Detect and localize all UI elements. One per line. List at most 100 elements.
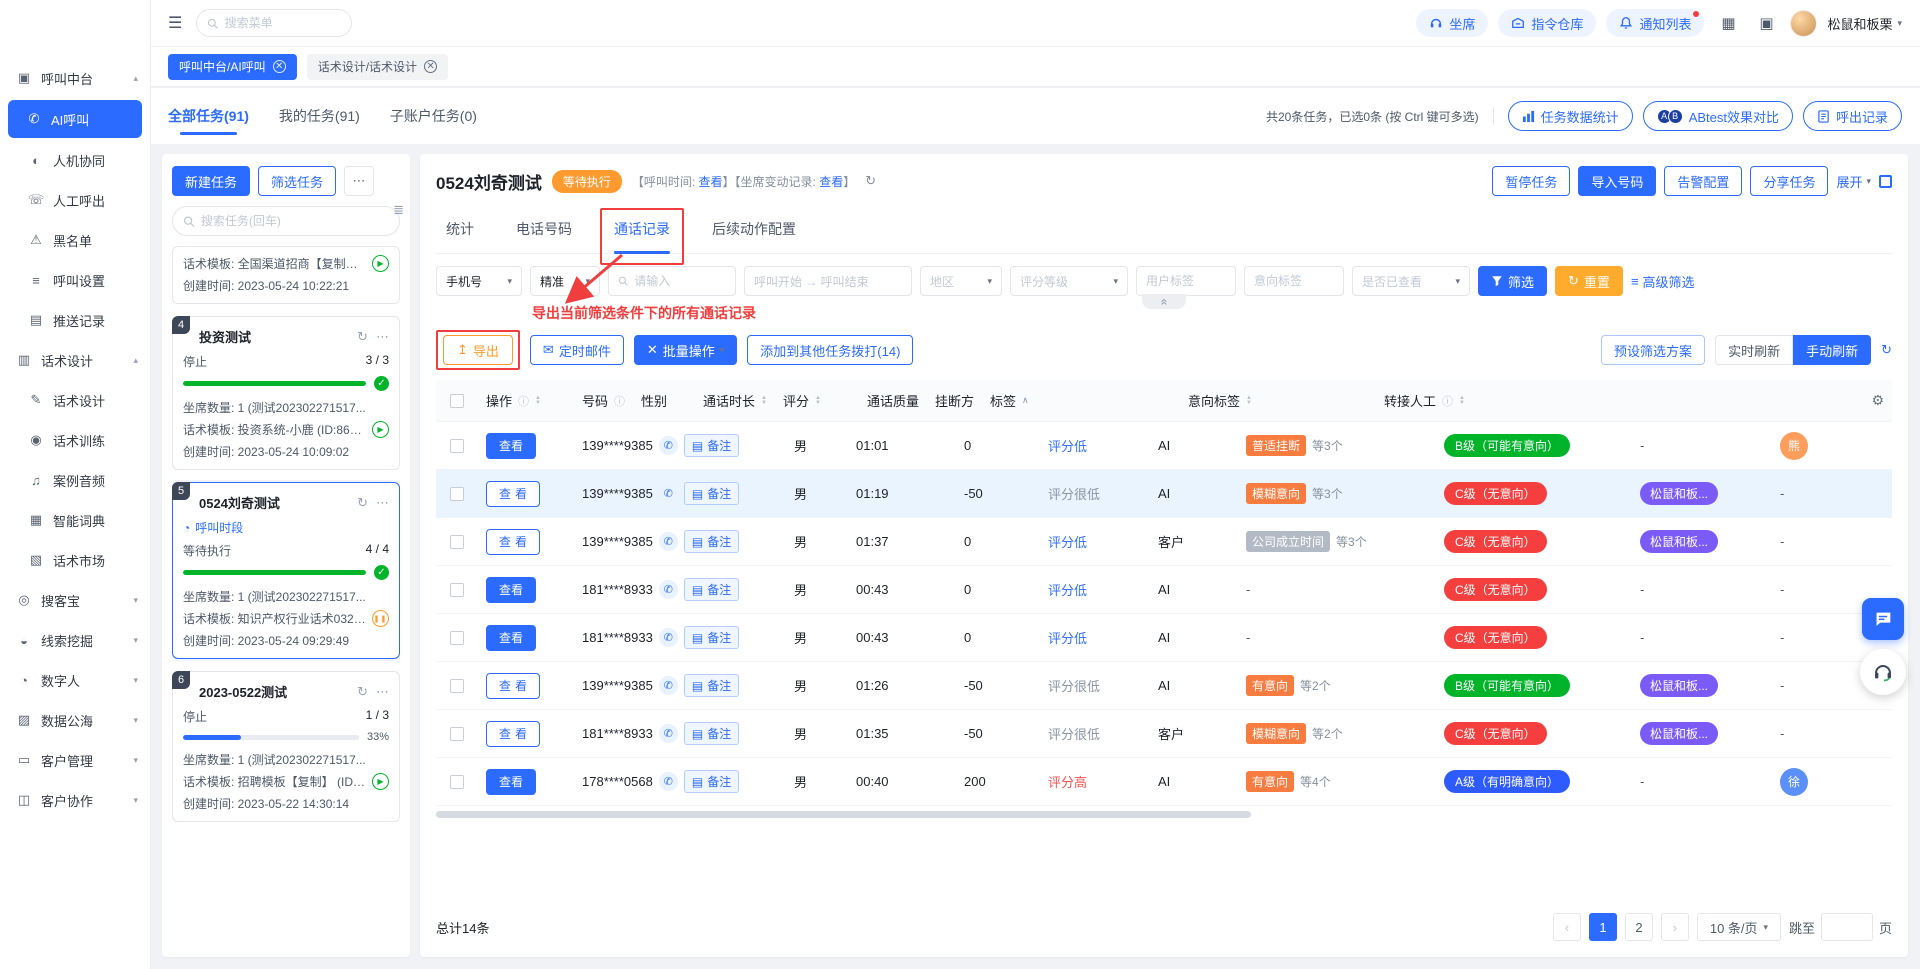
breadcrumb-tab[interactable]: 呼叫中台/AI呼叫 ✕ xyxy=(168,53,297,80)
pause-icon[interactable]: ❚❚ xyxy=(372,610,389,627)
sort-icon[interactable]: ▲ ▼ xyxy=(815,395,821,406)
filter-keyword-input[interactable] xyxy=(634,274,726,288)
hotline-widget-button[interactable] xyxy=(1860,649,1906,695)
breadcrumb-tab[interactable]: 话术设计/话术设计 ✕ xyxy=(306,53,449,80)
table-row[interactable]: 查看 181****8933 ✆ ▤ 备注 男 00:43 0 评分低 AI - … xyxy=(436,566,1892,614)
task-more-icon[interactable]: ⋯ xyxy=(376,495,389,511)
table-row[interactable]: 查看 181****8933 ✆ ▤ 备注 男 00:43 0 评分低 AI - … xyxy=(436,614,1892,662)
user-avatar[interactable] xyxy=(1790,9,1818,37)
note-button[interactable]: ▤ 备注 xyxy=(683,434,740,457)
task-data-stats-button[interactable]: 任务数据统计 xyxy=(1507,101,1633,131)
column-header-transfer[interactable]: 转接人工 ⓘ ▲ ▼ xyxy=(1376,391,1516,410)
task-list-collapse-icon[interactable]: ≣ xyxy=(393,202,404,218)
sidebar-item-smart-dictionary[interactable]: ▦ 智能词典 xyxy=(0,500,150,540)
sidebar-item-call-settings[interactable]: ≡ 呼叫设置 xyxy=(0,260,150,300)
task-refresh-icon[interactable]: ↻ xyxy=(357,684,368,700)
导入号码-button[interactable]: 导入号码 xyxy=(1578,166,1657,196)
sidebar-item-lead-mining[interactable]: ◒ 线索挖掘 ▾ xyxy=(0,620,150,660)
menu-collapse-icon[interactable]: ☰ xyxy=(168,13,182,33)
sidebar-item-digital-human[interactable]: ◔ 数字人 ▾ xyxy=(0,660,150,700)
detail-tab[interactable]: 统计 xyxy=(444,206,476,253)
expand-toggle[interactable]: 展开 ▾ xyxy=(1836,172,1871,191)
column-header-op[interactable]: 操作 ⓘ ▲ ▼ xyxy=(478,391,574,410)
note-button[interactable]: ▤ 备注 xyxy=(683,482,740,505)
table-row[interactable]: 查看 139****9385 ✆ ▤ 备注 男 01:37 0 评分低 客户 公司… xyxy=(436,518,1892,566)
sidebar-item-ai-call[interactable]: ✆ AI呼叫 xyxy=(8,100,142,138)
export-button[interactable]: ↥ 导出 xyxy=(443,335,513,365)
call-icon[interactable]: ✆ xyxy=(658,580,678,599)
sidebar-item-human-machine[interactable]: ◐ 人机协同 xyxy=(0,140,150,180)
view-record-button[interactable]: 查看 xyxy=(486,576,537,603)
filter-input[interactable] xyxy=(1244,266,1344,296)
table-row[interactable]: 查看 139****9385 ✆ ▤ 备注 男 01:01 0 评分低 AI 普适… xyxy=(436,422,1892,470)
view-record-button[interactable]: 查看 xyxy=(486,480,541,507)
scrollbar-thumb[interactable] xyxy=(436,811,1252,818)
task-card[interactable]: 6 2023-0522测试 ↻ ⋯ 停止 1 / 3 33% 坐席数量: 1 (测试… xyxy=(172,671,400,822)
task-card[interactable]: 5 0524刘奇测试 ↻ ⋯ ◔ 呼叫时段 等待执行 4 / 4 ✓ 坐席数量: 1 … xyxy=(172,482,400,659)
filter-select[interactable]: 手机号 ▾ xyxy=(436,266,522,296)
告警配置-button[interactable]: 告警配置 xyxy=(1664,166,1743,196)
detail-tab[interactable]: 后续动作配置 xyxy=(710,206,798,253)
user-menu[interactable]: 松鼠和板栗 ▾ xyxy=(1827,14,1902,33)
close-icon[interactable]: ✕ xyxy=(272,60,286,73)
task-scope-tab[interactable]: 子账户任务(0) xyxy=(390,88,477,144)
view-call-time-link[interactable]: 查看 xyxy=(699,175,723,189)
column-header-intent[interactable]: 意向标签 ▲ ▼ xyxy=(1180,391,1376,410)
call-icon[interactable]: ✆ xyxy=(658,676,678,695)
view-record-button[interactable]: 查看 xyxy=(486,672,541,699)
close-icon[interactable]: ✕ xyxy=(424,60,438,73)
realtime-refresh-button[interactable]: 实时刷新 xyxy=(1715,335,1794,365)
abtest-compare-button[interactable]: AB ABtest效果对比 xyxy=(1642,101,1793,131)
follow-up-avatar[interactable]: 熊 xyxy=(1780,431,1808,460)
filter-date-range[interactable]: 呼叫开始 → 呼叫结束 xyxy=(744,266,912,296)
column-header-duration[interactable]: 通话时长 ▲ ▼ xyxy=(695,391,775,410)
new-task-button[interactable]: 新建任务 xyxy=(172,166,251,196)
play-icon[interactable]: ▶ xyxy=(372,421,389,438)
view-record-button[interactable]: 查看 xyxy=(486,768,537,795)
next-page-button[interactable]: › xyxy=(1660,913,1689,941)
task-more-icon[interactable]: ⋯ xyxy=(376,329,389,345)
task-refresh-icon[interactable]: ↻ xyxy=(357,329,368,345)
table-row[interactable]: 查看 139****9385 ✆ ▤ 备注 男 01:26 -50 评分很低 AI… xyxy=(436,662,1892,710)
sidebar-item-script-design-group[interactable]: ▥ 话术设计 ▴ xyxy=(0,340,150,380)
quality-link[interactable]: 评分很低 xyxy=(1048,484,1100,503)
add-to-other-task-button[interactable]: 添加到其他任务拨打(14) xyxy=(747,335,914,365)
view-record-button[interactable]: 查看 xyxy=(486,624,537,651)
filter-tag-input[interactable] xyxy=(1254,274,1334,288)
filter-input[interactable] xyxy=(1136,266,1236,296)
column-header-hangup[interactable]: 挂断方 xyxy=(927,391,982,410)
prev-page-button[interactable]: ‹ xyxy=(1552,913,1581,941)
column-settings-gear-icon[interactable]: ⚙ xyxy=(1871,392,1884,409)
sidebar-item-customer-management[interactable]: ▭ 客户管理 ▾ xyxy=(0,740,150,780)
sidebar-item-case-audio[interactable]: ♫ 案例音频 xyxy=(0,460,150,500)
row-checkbox[interactable] xyxy=(436,678,478,693)
quality-link[interactable]: 评分很低 xyxy=(1048,724,1100,743)
table-row[interactable]: 查看 181****8933 ✆ ▤ 备注 男 01:35 -50 评分很低 客户… xyxy=(436,710,1892,758)
detail-tab[interactable]: 电话号码 xyxy=(514,206,574,253)
page-size-select[interactable]: 10 条/页 ▾ xyxy=(1696,913,1781,941)
preset-filter-button[interactable]: 预设筛选方案 xyxy=(1601,335,1706,365)
workbench-icon[interactable]: ▦ xyxy=(1714,9,1742,37)
sidebar-item-customer-collaboration[interactable]: ◫ 客户协作 ▾ xyxy=(0,780,150,820)
sort-icon[interactable]: ▲ ▼ xyxy=(761,395,767,406)
play-icon[interactable]: ▶ xyxy=(372,773,389,790)
refresh-table-icon[interactable]: ↻ xyxy=(1881,342,1892,358)
row-checkbox[interactable] xyxy=(436,726,478,741)
分享任务-button[interactable]: 分享任务 xyxy=(1750,166,1829,196)
batch-operations-button[interactable]: ✕ 批量操作 ▾ xyxy=(633,335,738,365)
task-search-input[interactable] xyxy=(200,214,389,228)
quality-link[interactable]: 评分很低 xyxy=(1048,676,1100,695)
command-warehouse-button[interactable]: 指令仓库 xyxy=(1498,9,1597,37)
page-button[interactable]: 2 xyxy=(1624,913,1653,941)
sidebar-item-push-records[interactable]: ▤ 推送记录 xyxy=(0,300,150,340)
task-scope-tab[interactable]: 全部任务(91) xyxy=(168,88,249,144)
filter-collapse-handle[interactable]: « xyxy=(1142,294,1186,309)
task-search[interactable] xyxy=(172,206,400,236)
menu-search[interactable] xyxy=(196,9,353,37)
call-icon[interactable]: ✆ xyxy=(658,532,678,551)
column-header-gender[interactable]: 性别 xyxy=(633,391,695,410)
sidebar-item-monitor[interactable]: ▣ 呼叫中台 ▴ xyxy=(0,58,150,98)
filter-search-input[interactable] xyxy=(608,266,736,296)
view-record-button[interactable]: 查看 xyxy=(486,432,537,459)
call-icon[interactable]: ✆ xyxy=(658,724,678,743)
